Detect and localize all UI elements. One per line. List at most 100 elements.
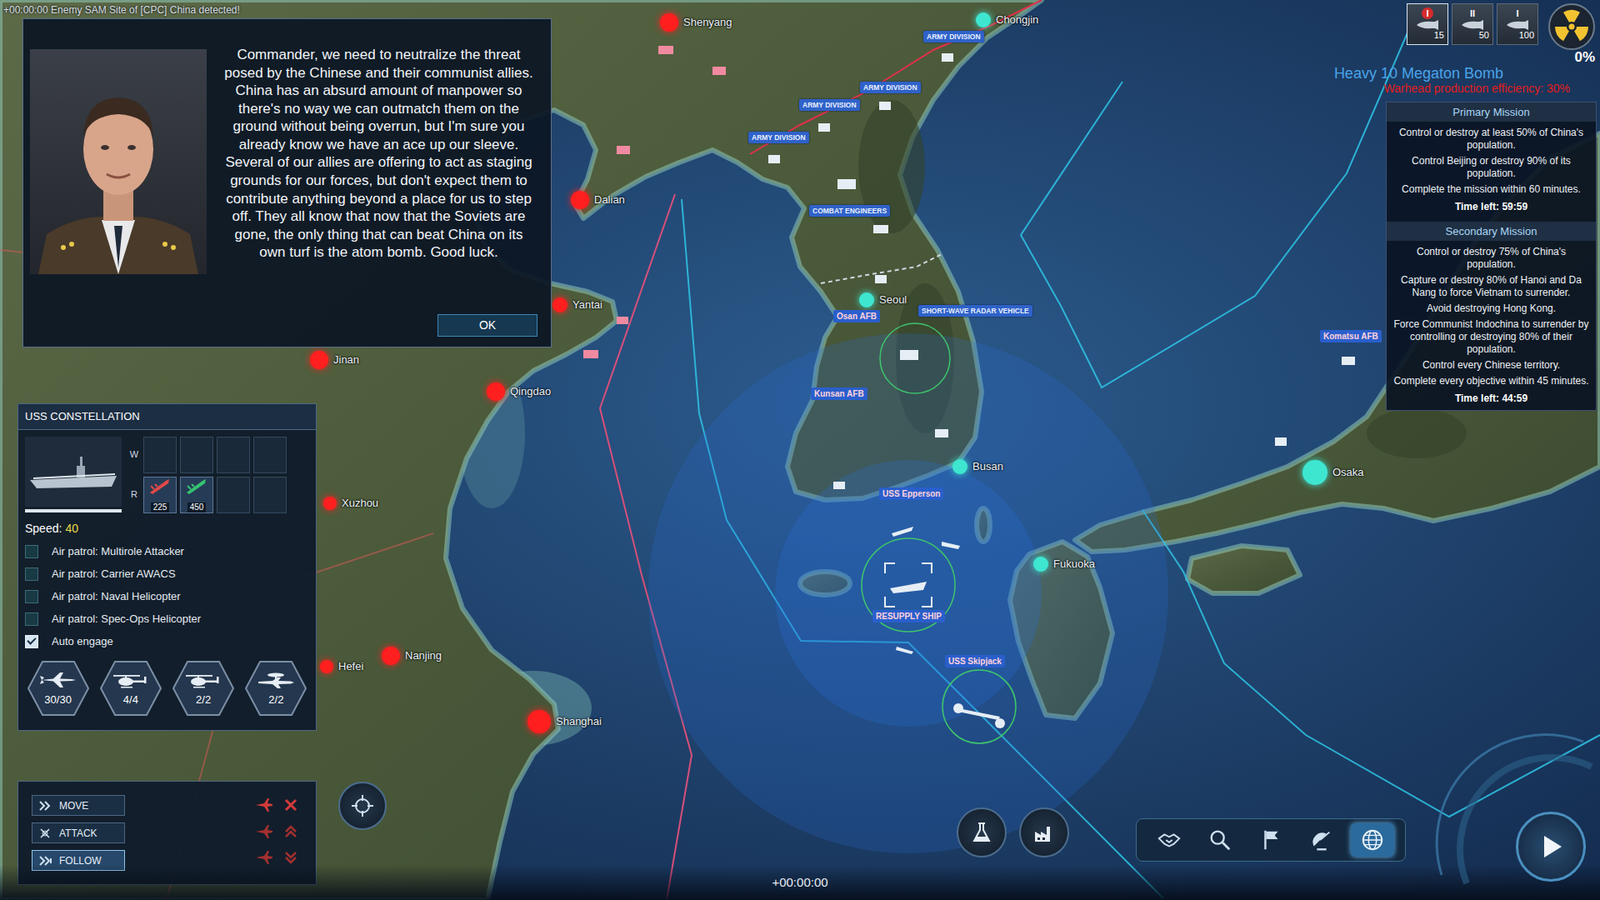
aircraft-content: 30/30 (26, 660, 90, 717)
patrol-option[interactable]: Air patrol: Naval Helicopter (25, 585, 310, 609)
toolbar-button[interactable] (1198, 823, 1242, 857)
unit-name-tag[interactable]: Komatsu AFB (1320, 330, 1382, 343)
toolbar-button[interactable] (1147, 823, 1191, 857)
weapon-slot[interactable] (253, 436, 287, 474)
globe-icon (1360, 827, 1385, 853)
city-dot-icon (552, 297, 568, 313)
city-marker[interactable]: Seoul (859, 292, 907, 308)
toolbar-button[interactable] (1350, 823, 1395, 857)
patrol-checkbox[interactable] (25, 635, 39, 649)
weapon-slot[interactable] (253, 476, 287, 514)
unit-tag[interactable]: SHORT-WAVE RADAR VEHICLE (918, 305, 1033, 317)
city-marker[interactable]: Nanjing (381, 646, 442, 665)
warhead-slot[interactable]: I15 (1406, 3, 1449, 45)
aircraft-squadron[interactable]: 4/4 (99, 660, 163, 717)
weapon-name: Heavy 10 Megaton Bomb (1334, 65, 1504, 82)
toolbar-button[interactable] (1249, 823, 1293, 857)
city-marker[interactable]: Chongjin (975, 12, 1039, 28)
city-marker[interactable]: Shanghai (527, 710, 602, 734)
city-marker[interactable]: Yantai (552, 297, 603, 313)
chevron-up-icon[interactable] (279, 821, 303, 842)
slot-row: W (128, 436, 287, 474)
weapon-slot[interactable] (216, 476, 250, 514)
dialog-actions: OK (220, 300, 538, 340)
patrol-option[interactable]: Air patrol: Spec-Ops Helicopter (25, 608, 310, 631)
patrol-option[interactable]: Auto engage (25, 630, 310, 654)
patrol-label: Air patrol: Naval Helicopter (51, 588, 181, 605)
city-marker[interactable]: Busan (952, 459, 1004, 475)
launch-air-icon[interactable] (252, 821, 276, 842)
patrol-checkbox[interactable] (25, 545, 39, 559)
unit-name-tag[interactable]: USS Epperson (879, 487, 944, 500)
command-label: MOVE (59, 798, 89, 814)
warhead-tier: I (1511, 7, 1524, 20)
warhead-slot[interactable]: I100 (1496, 3, 1539, 45)
launch-nuke[interactable]: 0% (1548, 3, 1595, 65)
mission-title: Secondary Mission (1386, 221, 1596, 241)
city-dot-icon (320, 660, 334, 674)
patrol-label: Air patrol: Spec-Ops Helicopter (51, 610, 201, 628)
weapon-slot[interactable] (216, 436, 250, 474)
health-fill (25, 509, 122, 513)
weapon-slot[interactable] (180, 436, 214, 474)
unit-tag[interactable]: ARMY DIVISION (860, 81, 921, 94)
warhead-slot[interactable]: II50 (1451, 3, 1494, 45)
weapon-slot[interactable]: 225 (143, 476, 177, 514)
aircraft-content: 4/4 (99, 660, 163, 717)
city-marker[interactable]: Jinan (310, 350, 360, 370)
city-dot-icon (859, 292, 875, 308)
objective: Complete every objective within 45 minut… (1386, 373, 1596, 390)
bomb-icon (1460, 20, 1485, 30)
unit-tag[interactable]: COMBAT ENGINEERS (809, 205, 890, 217)
close-icon[interactable] (279, 795, 303, 815)
command-button[interactable]: MOVE (31, 795, 125, 816)
play-icon (1536, 832, 1565, 861)
unit-name-tag[interactable]: USS Skipjack (945, 655, 1005, 668)
cancel-air-icon[interactable] (252, 795, 276, 815)
city-marker[interactable]: Dalian (570, 190, 625, 210)
city-marker[interactable]: Qingdao (486, 382, 551, 401)
unit-name-tag[interactable]: Kunsan AFB (810, 387, 868, 400)
unit-tag[interactable]: ARMY DIVISION (748, 131, 810, 144)
aircraft-squadron[interactable]: 2/2 (171, 660, 235, 717)
toolbar-button[interactable] (1300, 823, 1344, 857)
weapon-slot[interactable]: 450 (180, 476, 214, 514)
production-button[interactable] (1019, 807, 1070, 858)
patrol-checkbox[interactable] (25, 567, 39, 581)
unit-tag[interactable]: ARMY DIVISION (799, 99, 860, 111)
center-view-button[interactable] (338, 781, 387, 830)
attacker-icon (38, 670, 79, 690)
patrol-checkbox[interactable] (25, 612, 39, 626)
health-bar (25, 509, 122, 513)
city-marker[interactable]: Xuzhou (323, 496, 379, 510)
patrol-label: Air patrol: Multirole Attacker (51, 543, 185, 560)
speed-value: 40 (65, 520, 79, 538)
city-marker[interactable]: Shenyang (660, 13, 733, 32)
ok-button[interactable]: OK (437, 314, 538, 337)
patrol-option[interactable]: Air patrol: Multirole Attacker (25, 540, 310, 564)
objective: Complete the mission within 60 minutes. (1386, 181, 1596, 198)
mission-title: Primary Mission (1386, 102, 1596, 122)
weapon-slot[interactable] (143, 436, 177, 474)
unit-tag[interactable]: ARMY DIVISION (923, 30, 985, 43)
city-marker[interactable]: Osaka (1302, 460, 1365, 485)
aircraft-squadron[interactable]: 30/30 (26, 660, 90, 717)
briefing-dialog: Commander, we need to neutralize the thr… (22, 18, 552, 348)
aircraft-squadron[interactable]: 2/2 (244, 660, 308, 717)
city-label: Shanghai (555, 713, 602, 730)
research-button[interactable] (956, 807, 1007, 858)
patrol-option[interactable]: Air patrol: Carrier AWACS (25, 563, 310, 586)
unit-name-tag[interactable]: Osan AFB (833, 310, 880, 323)
city-dot-icon (310, 350, 329, 370)
warhead-count: 50 (1479, 30, 1490, 41)
objective-list: Control or destroy 75% of China's popula… (1386, 240, 1596, 393)
play-button[interactable] (1515, 811, 1586, 882)
command-button[interactable]: ATTACK (31, 822, 125, 844)
game-clock: +00:00:00 (771, 873, 828, 893)
city-marker[interactable]: Fukuoka (1033, 556, 1095, 572)
aircraft-content: 2/2 (171, 660, 235, 717)
city-marker[interactable]: Hefei (320, 660, 364, 674)
unit-name-tag[interactable]: RESUPPLY SHIP (872, 610, 945, 623)
patrol-checkbox[interactable] (25, 590, 39, 604)
hex-frame (244, 660, 308, 717)
